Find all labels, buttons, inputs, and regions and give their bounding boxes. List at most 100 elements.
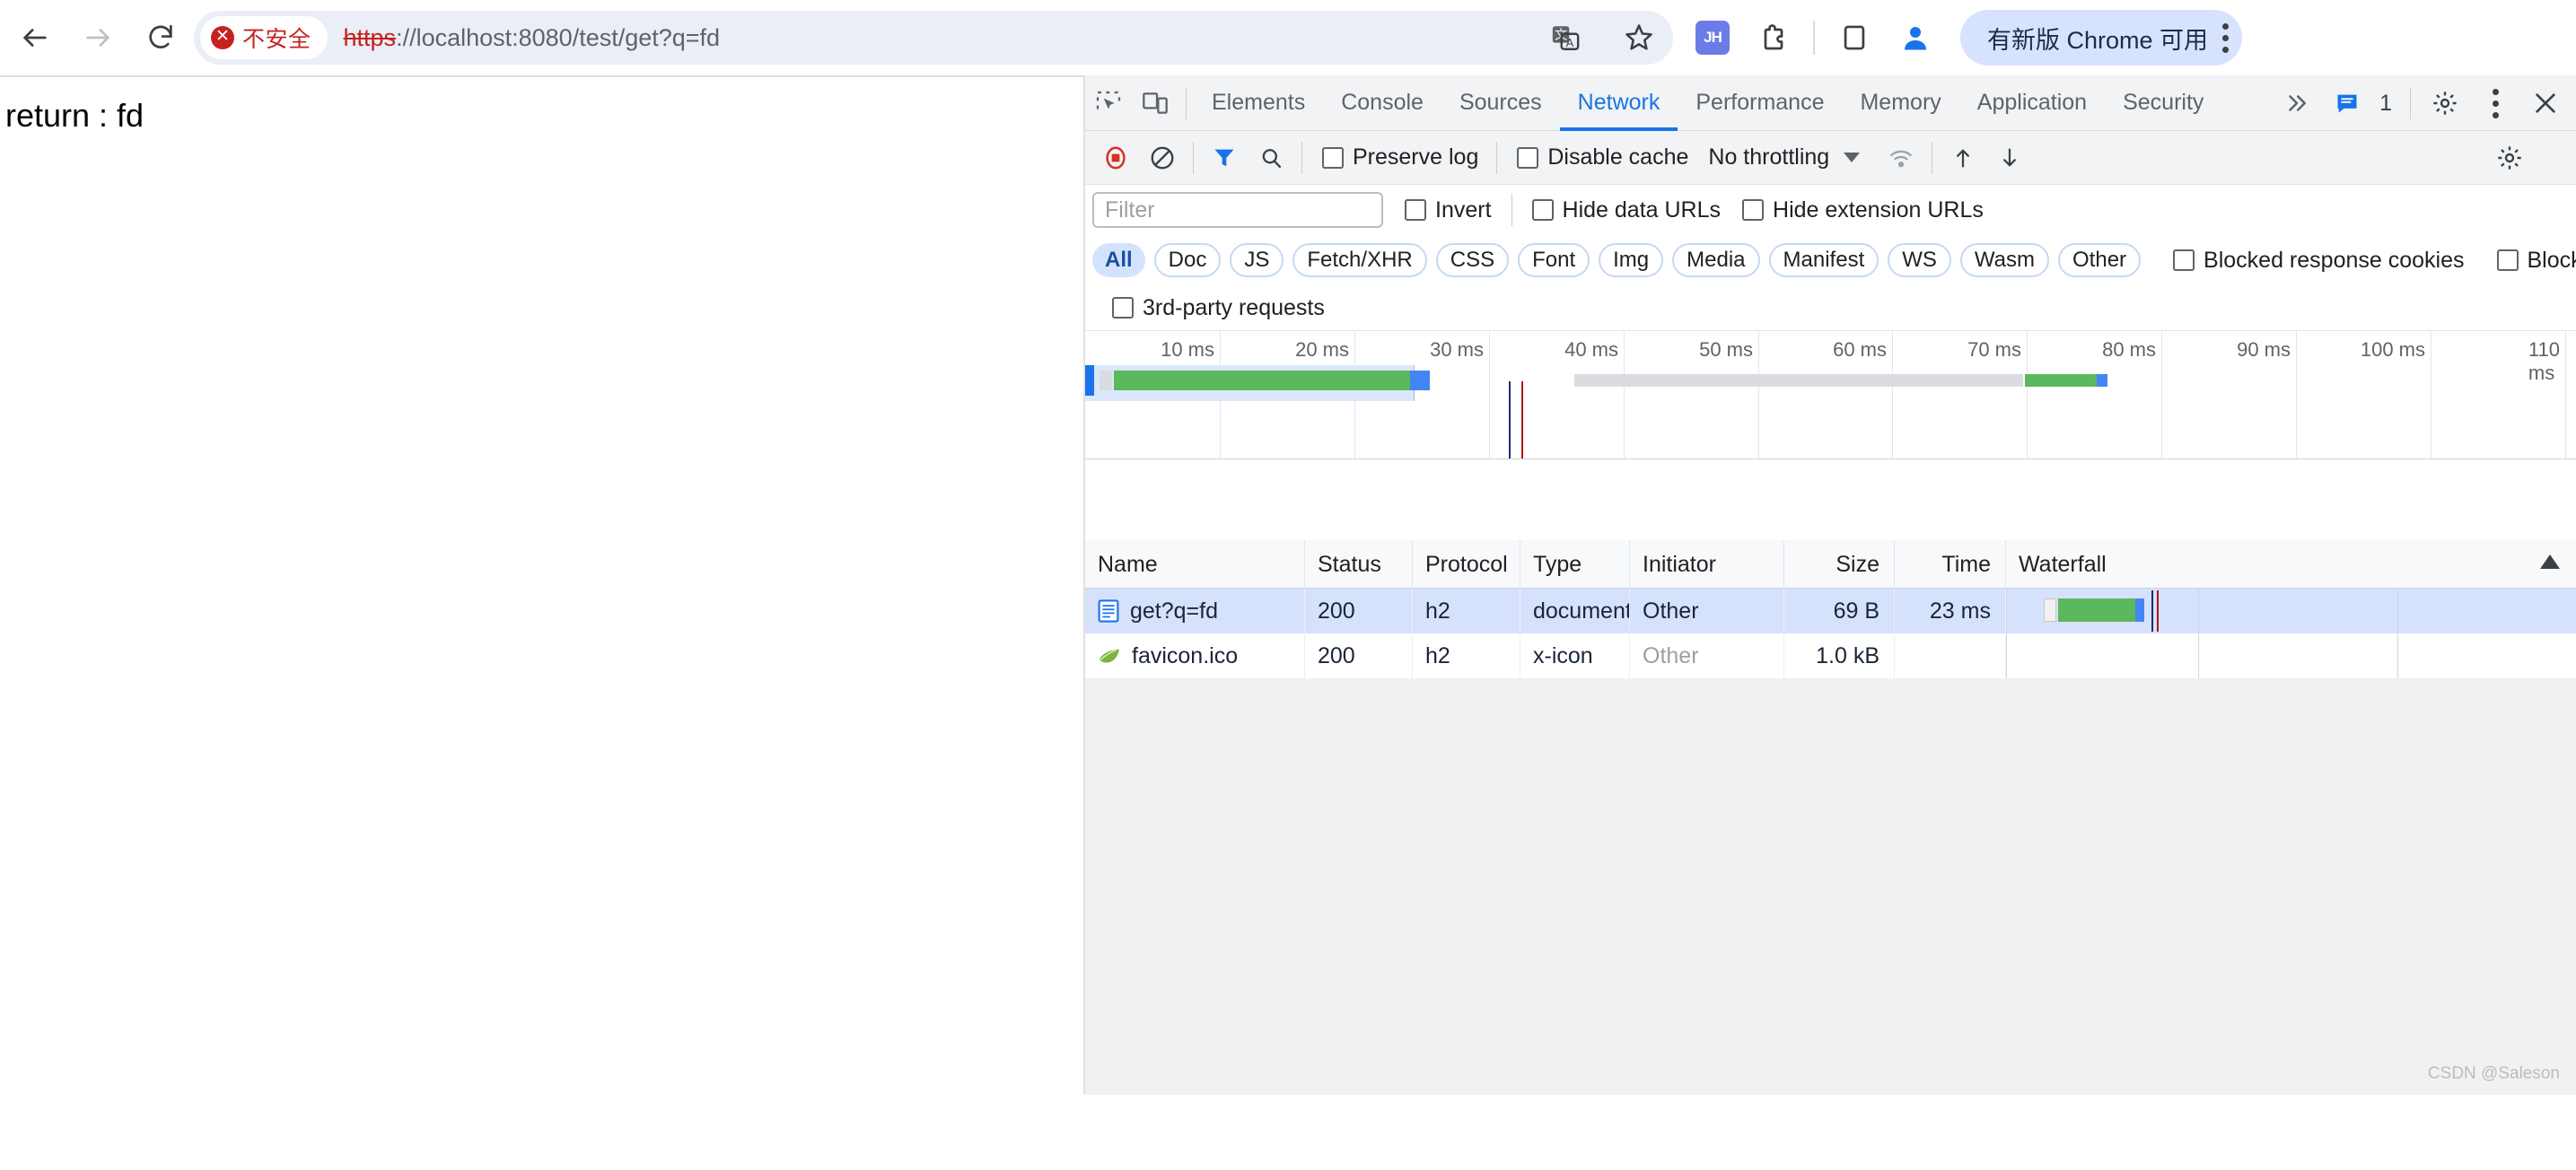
- network-overview-timeline[interactable]: 10 ms20 ms30 ms40 ms50 ms60 ms70 ms80 ms…: [1085, 330, 2576, 459]
- more-tabs-icon[interactable]: [2274, 80, 2320, 127]
- tab-security[interactable]: Security: [2105, 75, 2221, 131]
- preserve-log-box: [1322, 147, 1344, 169]
- chip-wasm[interactable]: Wasm: [1960, 243, 2049, 277]
- tab-application[interactable]: Application: [1959, 75, 2105, 131]
- security-status-chip[interactable]: ✕ 不安全: [200, 16, 328, 59]
- column-header-type[interactable]: Type: [1520, 540, 1630, 589]
- extensions-puzzle-icon[interactable]: [1748, 13, 1799, 63]
- cell-waterfall: [2006, 633, 2576, 678]
- browser-toolbar-actions: JH 有新版 Chrome 可用: [1687, 5, 2242, 70]
- waterfall-gridline: [2198, 633, 2199, 678]
- url-scheme: https: [344, 24, 397, 51]
- tab-sources[interactable]: Sources: [1441, 75, 1560, 131]
- network-settings-gear-icon[interactable]: [2495, 131, 2524, 185]
- chip-doc[interactable]: Doc: [1154, 243, 1222, 277]
- chip-js[interactable]: JS: [1230, 243, 1284, 277]
- tab-console[interactable]: Console: [1323, 75, 1441, 131]
- gear-icon[interactable]: [2422, 80, 2468, 127]
- chip-manifest[interactable]: Manifest: [1769, 243, 1879, 277]
- chip-font[interactable]: Font: [1518, 243, 1590, 277]
- chrome-update-button[interactable]: 有新版 Chrome 可用: [1960, 10, 2242, 65]
- column-header-size[interactable]: Size: [1784, 540, 1895, 589]
- tab-network[interactable]: Network: [1560, 75, 1678, 131]
- disable-cache-label: Disable cache: [1547, 144, 1688, 170]
- hide-data-urls-label: Hide data URLs: [1563, 197, 1721, 223]
- column-header-protocol[interactable]: Protocol: [1413, 540, 1520, 589]
- column-header-status[interactable]: Status: [1305, 540, 1413, 589]
- back-arrow-icon: [20, 22, 50, 53]
- overview-gridline: [1758, 331, 1759, 458]
- chip-fetch-xhr[interactable]: Fetch/XHR: [1292, 243, 1426, 277]
- blocked-response-cookies-label: Blocked response cookies: [2204, 248, 2464, 274]
- throttling-select[interactable]: No throttling: [1708, 144, 1829, 170]
- cell-name-text: favicon.ico: [1132, 643, 1238, 669]
- disable-cache-box: [1517, 147, 1538, 169]
- chip-other[interactable]: Other: [2058, 243, 2141, 277]
- inspect-element-icon[interactable]: [1085, 80, 1132, 127]
- preserve-log-checkbox[interactable]: Preserve log: [1322, 144, 1478, 170]
- overview-gridline: [1892, 331, 1893, 458]
- waterfall-gridline: [2397, 633, 2398, 678]
- blocked-response-cookies-checkbox[interactable]: Blocked response cookies: [2173, 248, 2464, 274]
- export-har-icon[interactable]: [1986, 135, 2033, 181]
- tab-memory[interactable]: Memory: [1842, 75, 1958, 131]
- filter-funnel-icon[interactable]: [1201, 135, 1248, 181]
- import-har-icon[interactable]: [1940, 135, 1986, 181]
- record-stop-icon[interactable]: [1092, 135, 1139, 181]
- hide-extension-urls-label: Hide extension URLs: [1773, 197, 1984, 223]
- sort-ascending-caret-icon[interactable]: [2540, 554, 2560, 569]
- column-header-waterfall[interactable]: Waterfall: [2006, 540, 2576, 589]
- overview-tick-label: 10 ms: [1161, 338, 1220, 362]
- profile-avatar-icon[interactable]: [1890, 13, 1941, 63]
- bookmark-star-icon[interactable]: [1614, 13, 1664, 63]
- side-panel-icon[interactable]: [1829, 13, 1879, 63]
- clear-icon[interactable]: [1139, 135, 1186, 181]
- back-button[interactable]: [7, 10, 63, 65]
- third-party-requests-checkbox[interactable]: 3rd-party requests: [1112, 295, 1325, 321]
- close-icon[interactable]: [2522, 80, 2569, 127]
- extension-jh-button[interactable]: JH: [1687, 13, 1738, 63]
- overview-tick-label: 90 ms: [2237, 338, 2296, 362]
- waterfall-gridline: [2198, 589, 2199, 633]
- column-header-initiator[interactable]: Initiator: [1630, 540, 1784, 589]
- chip-all[interactable]: All: [1092, 243, 1145, 277]
- overview-left-handle[interactable]: [1085, 365, 1094, 396]
- hide-extension-urls-checkbox[interactable]: Hide extension URLs: [1742, 197, 1984, 223]
- tab-elements[interactable]: Elements: [1194, 75, 1323, 131]
- chip-img[interactable]: Img: [1599, 243, 1663, 277]
- filter-input[interactable]: Filter: [1092, 192, 1383, 228]
- network-conditions-icon[interactable]: [1878, 135, 1924, 181]
- overview-gridline: [1624, 331, 1625, 458]
- hide-extension-urls-box: [1742, 199, 1764, 221]
- overview-tick-label: 50 ms: [1699, 338, 1758, 362]
- hide-data-urls-checkbox[interactable]: Hide data URLs: [1532, 197, 1721, 223]
- disable-cache-checkbox[interactable]: Disable cache: [1517, 144, 1688, 170]
- console-message-icon[interactable]: [2324, 80, 2370, 127]
- resource-type-filters: All Doc JS Fetch/XHR CSS Font Img Media …: [1085, 235, 2576, 285]
- overview-gridline: [2161, 331, 2162, 458]
- toolbar-divider: [1813, 21, 1815, 55]
- table-row[interactable]: get?q=fd 200 h2 document Other 69 B 23 m…: [1085, 589, 2576, 633]
- table-row[interactable]: favicon.ico 200 h2 x-icon Other 1.0 kB: [1085, 633, 2576, 678]
- chip-media[interactable]: Media: [1672, 243, 1759, 277]
- translate-icon[interactable]: 文 A: [1540, 13, 1590, 63]
- column-header-time[interactable]: Time: [1895, 540, 2006, 589]
- cell-initiator: Other: [1630, 633, 1784, 678]
- reload-button[interactable]: [133, 10, 188, 65]
- search-icon[interactable]: [1248, 135, 1294, 181]
- device-toolbar-icon[interactable]: [1132, 80, 1178, 127]
- third-party-requests-label: 3rd-party requests: [1143, 295, 1325, 321]
- tab-performance[interactable]: Performance: [1678, 75, 1842, 131]
- chip-ws[interactable]: WS: [1888, 243, 1951, 277]
- chip-css[interactable]: CSS: [1436, 243, 1509, 277]
- devtools-more-icon[interactable]: [2472, 80, 2519, 127]
- address-bar[interactable]: ✕ 不安全 https://localhost:8080/test/get?q=…: [194, 11, 1673, 65]
- page-content-area: return : fd: [0, 75, 1083, 1095]
- forward-button[interactable]: [70, 10, 126, 65]
- kebab-menu-icon[interactable]: [2221, 23, 2230, 53]
- invert-checkbox[interactable]: Invert: [1405, 197, 1492, 223]
- column-header-name[interactable]: Name: [1085, 540, 1305, 589]
- blocked-requests-checkbox[interactable]: Blocked requests: [2497, 248, 2576, 274]
- chevron-down-icon[interactable]: [1844, 153, 1860, 162]
- url-rest: ://localhost:8080/test/get?q=fd: [396, 24, 720, 51]
